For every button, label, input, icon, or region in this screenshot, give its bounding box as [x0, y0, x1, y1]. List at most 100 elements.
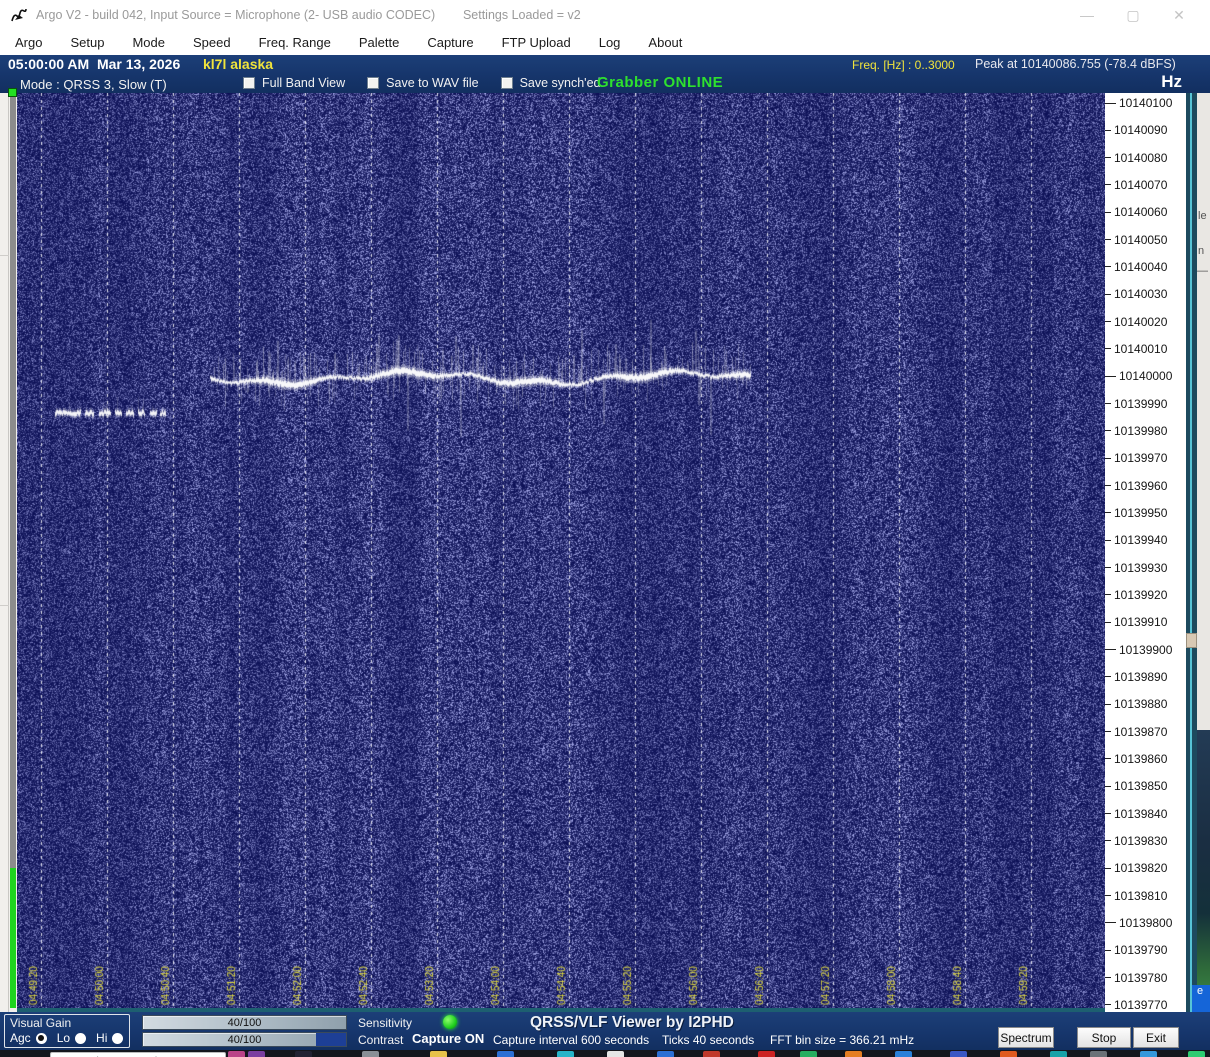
frequency-label: 10139930	[1114, 561, 1167, 575]
taskbar: Type here to search	[0, 1050, 1210, 1057]
frequency-label: 10139980	[1114, 424, 1167, 438]
slider-group: 40/100 40/100	[142, 1015, 347, 1049]
frequency-scale: 10140100 10140090 10140080 10140070 10140060…	[1105, 93, 1186, 1012]
frequency-label: 10140030	[1114, 287, 1167, 301]
stop-button[interactable]: Stop	[1077, 1027, 1131, 1048]
background-window-strip	[1186, 93, 1197, 1012]
minimize-icon[interactable]: —	[1064, 0, 1110, 30]
checkbox-icon[interactable]	[243, 77, 255, 89]
frequency-tick	[1105, 212, 1111, 213]
frequency-label-row: 10139800	[1105, 916, 1172, 930]
radio-hi[interactable]	[112, 1033, 123, 1044]
menu-item-ftp-upload[interactable]: FTP Upload	[502, 33, 571, 52]
grabber-status: Grabber ONLINE	[597, 74, 723, 91]
taskbar-icon[interactable]	[845, 1051, 862, 1057]
visual-gain-groupbox: Visual Gain Agc Lo Hi	[4, 1014, 130, 1048]
taskbar-icon[interactable]	[1000, 1051, 1017, 1057]
frequency-label: 10139940	[1114, 533, 1167, 547]
hz-unit-label: Hz	[1161, 72, 1182, 92]
frequency-label: 10139790	[1114, 943, 1167, 957]
frequency-tick	[1105, 348, 1111, 349]
titlebar[interactable]: Argo V2 - build 042, Input Source = Micr…	[0, 0, 1210, 30]
menu-item-argo[interactable]: Argo	[15, 33, 42, 52]
radio-label-agc: Agc	[10, 1031, 31, 1045]
taskbar-search-input[interactable]: Type here to search	[50, 1052, 226, 1057]
taskbar-icon[interactable]	[758, 1051, 775, 1057]
menu-item-log[interactable]: Log	[599, 33, 621, 52]
app-icon	[10, 7, 28, 23]
taskbar-icon[interactable]	[607, 1051, 624, 1057]
menu-item-about[interactable]: About	[648, 33, 682, 52]
taskbar-icon[interactable]	[1140, 1051, 1157, 1057]
background-scrollbar-thumb[interactable]	[1186, 633, 1197, 648]
frequency-label: 10140080	[1114, 151, 1167, 165]
background-text-fragment: n	[1198, 245, 1204, 257]
frequency-tick	[1105, 649, 1116, 650]
contrast-slider[interactable]: 40/100	[142, 1032, 347, 1047]
checkbox-icon[interactable]	[367, 77, 379, 89]
app-title: QRSS/VLF Viewer by I2PHD	[530, 1014, 734, 1032]
taskbar-icon[interactable]	[657, 1051, 674, 1057]
header-row-mode: Mode : QRSS 3, Slow (T) Full Band View Sa…	[0, 74, 1210, 93]
waterfall-canvas[interactable]	[17, 93, 1105, 1008]
visual-gain-label: Visual Gain	[10, 1016, 71, 1030]
frequency-label-row: 10140090	[1105, 123, 1167, 137]
sensitivity-slider[interactable]: 40/100	[142, 1015, 347, 1030]
frequency-label: 10140070	[1114, 178, 1167, 192]
spectrum-button[interactable]: Spectrum	[998, 1027, 1054, 1048]
frequency-tick	[1105, 813, 1111, 814]
menu-item-mode[interactable]: Mode	[132, 33, 165, 52]
frequency-label: 10139960	[1114, 479, 1167, 493]
maximize-icon[interactable]: ▢	[1110, 0, 1156, 30]
checkbox-save-synch-ed[interactable]: Save synch'ed	[501, 76, 601, 90]
frequency-label: 10140020	[1114, 315, 1167, 329]
taskbar-icon[interactable]	[895, 1051, 912, 1057]
frequency-label-row: 10140000	[1105, 369, 1172, 383]
checkbox-label: Save synch'ed	[520, 76, 601, 90]
background-window-edge: le n —	[1197, 93, 1210, 730]
background-blue-fragment: e	[1192, 985, 1210, 1012]
taskbar-icon[interactable]	[1188, 1051, 1205, 1057]
exit-button[interactable]: Exit	[1133, 1027, 1179, 1048]
menu-item-speed[interactable]: Speed	[193, 33, 231, 52]
taskbar-icon[interactable]	[497, 1051, 514, 1057]
taskbar-icon[interactable]	[228, 1051, 245, 1057]
slider-thumb[interactable]	[316, 1033, 346, 1046]
checkbox-full-band-view[interactable]: Full Band View	[243, 76, 345, 90]
frequency-label: 10139920	[1114, 588, 1167, 602]
taskbar-icon[interactable]	[703, 1051, 720, 1057]
frequency-label-row: 10139870	[1105, 725, 1167, 739]
taskbar-icon[interactable]	[950, 1051, 967, 1057]
close-icon[interactable]: ✕	[1156, 0, 1202, 30]
capture-led-icon	[443, 1015, 457, 1029]
menu-item-capture[interactable]: Capture	[427, 33, 473, 52]
frequency-label-row: 10139970	[1105, 451, 1167, 465]
menu-item-freq-range[interactable]: Freq. Range	[259, 33, 331, 52]
frequency-tick	[1105, 430, 1111, 431]
checkbox-icon[interactable]	[501, 77, 513, 89]
checkbox-label: Save to WAV file	[386, 76, 478, 90]
taskbar-icon[interactable]	[362, 1051, 379, 1057]
menu-item-palette[interactable]: Palette	[359, 33, 399, 52]
frequency-label: 10140060	[1114, 205, 1167, 219]
taskbar-icon[interactable]	[248, 1051, 265, 1057]
frequency-label-row: 10139910	[1105, 615, 1167, 629]
taskbar-icon[interactable]	[295, 1051, 312, 1057]
taskbar-icon[interactable]	[1090, 1051, 1107, 1057]
frequency-label: 10140090	[1114, 123, 1167, 137]
sensitivity-label: Sensitivity	[358, 1016, 412, 1030]
radio-lo[interactable]	[75, 1033, 86, 1044]
frequency-label-row: 10139900	[1105, 643, 1172, 657]
menu-item-setup[interactable]: Setup	[70, 33, 104, 52]
frequency-label: 10139840	[1114, 807, 1167, 821]
taskbar-icon[interactable]	[800, 1051, 817, 1057]
frequency-tick	[1105, 485, 1111, 486]
header-row-status: 05:00:00 AM Mar 13, 2026 kl7l alaska Fre…	[0, 55, 1210, 74]
taskbar-icon[interactable]	[1050, 1051, 1067, 1057]
checkbox-save-to-wav-file[interactable]: Save to WAV file	[367, 76, 478, 90]
taskbar-icon[interactable]	[430, 1051, 447, 1057]
radio-agc[interactable]	[36, 1033, 47, 1044]
taskbar-icon[interactable]	[557, 1051, 574, 1057]
frequency-tick	[1105, 622, 1111, 623]
frequency-tick	[1105, 103, 1116, 104]
